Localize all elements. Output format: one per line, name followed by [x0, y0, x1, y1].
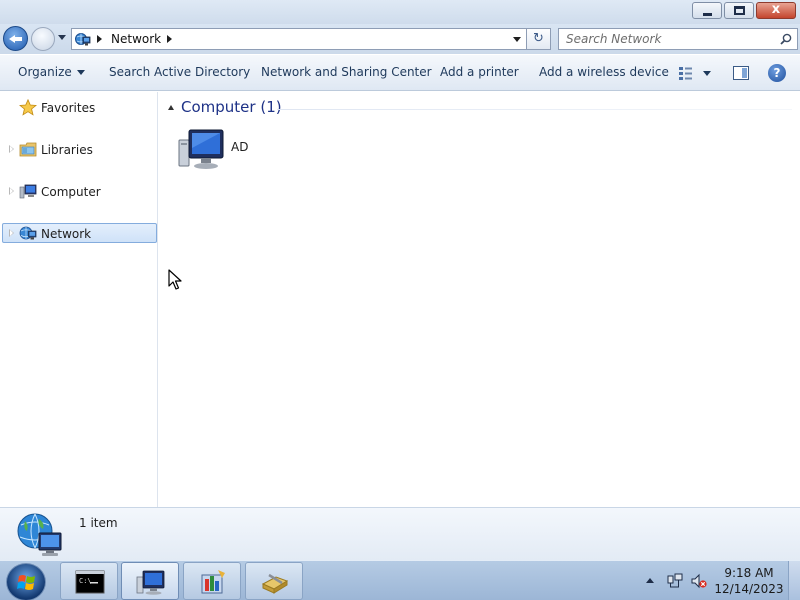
breadcrumb-separator-icon[interactable] — [97, 35, 102, 43]
details-pane: 1 item — [0, 507, 800, 560]
network-icon — [19, 226, 37, 240]
preview-pane-button[interactable] — [733, 66, 749, 80]
caption-buttons: x — [692, 2, 796, 19]
sidebar-item-label: Computer — [41, 185, 101, 199]
group-header-computer[interactable]: Computer (1) — [167, 98, 792, 118]
taskbar-button-tools[interactable] — [245, 562, 303, 600]
network-explorer-icon — [136, 570, 165, 595]
windows-logo-icon — [17, 575, 35, 590]
recent-pages-dropdown[interactable] — [58, 35, 66, 40]
network-sharing-center-button[interactable]: Network and Sharing Center — [261, 65, 432, 79]
add-printer-button[interactable]: Add a printer — [440, 65, 519, 79]
collapse-arrow-icon[interactable] — [168, 105, 174, 110]
search-icon[interactable] — [780, 33, 792, 45]
tools-icon — [261, 573, 289, 594]
add-wireless-device-button[interactable]: Add a wireless device — [539, 65, 669, 79]
show-hidden-icons-button[interactable] — [646, 578, 654, 583]
star-icon — [19, 99, 37, 116]
group-title: Computer (1) — [181, 98, 282, 116]
mouse-cursor-icon — [168, 269, 182, 290]
expand-arrow-icon[interactable] — [9, 229, 14, 237]
network-computer-item[interactable]: AD — [177, 126, 267, 172]
file-list-view[interactable]: Computer (1) AD — [159, 92, 800, 507]
computer-monitor-icon — [178, 129, 224, 169]
command-prompt-icon: C:\ — [75, 570, 105, 594]
change-view-button[interactable] — [677, 64, 717, 82]
restore-icon — [734, 6, 745, 15]
breadcrumb-network[interactable]: Network — [111, 32, 161, 46]
refresh-button[interactable]: ↻ — [527, 28, 551, 50]
help-button[interactable]: ? — [768, 64, 786, 82]
expand-arrow-icon[interactable] — [9, 187, 14, 195]
window-title-bar[interactable]: x — [0, 0, 800, 24]
volume-muted-icon[interactable] — [691, 573, 707, 589]
sidebar-item-network[interactable]: Network — [2, 223, 157, 243]
maximize-button[interactable] — [724, 2, 754, 19]
taskbar-button-network-explorer[interactable] — [121, 562, 179, 600]
clock-time: 9:18 AM — [724, 566, 774, 580]
forward-button[interactable] — [31, 27, 55, 51]
sidebar-item-label: Network — [41, 227, 92, 241]
search-box[interactable] — [558, 28, 798, 50]
start-button[interactable] — [6, 563, 46, 600]
libraries-icon — [19, 142, 37, 157]
sidebar-item-computer[interactable]: Computer — [2, 182, 157, 202]
organize-button[interactable]: Organize — [18, 65, 85, 79]
sidebar-item-libraries[interactable]: Libraries — [2, 140, 157, 160]
network-icon — [75, 33, 91, 46]
address-bar[interactable]: Network — [71, 28, 527, 50]
close-icon: x — [771, 2, 781, 17]
navigation-bar: Network ↻ — [0, 24, 800, 54]
view-options-icon — [679, 67, 711, 80]
taskbar-button-installer[interactable] — [183, 562, 241, 600]
chevron-down-icon — [76, 70, 85, 75]
network-status-icon[interactable] — [667, 573, 683, 589]
svg-text:C:\: C:\ — [79, 577, 92, 585]
sidebar-item-label: Favorites — [41, 101, 96, 115]
expand-arrow-icon[interactable] — [9, 145, 14, 153]
show-desktop-button[interactable] — [788, 561, 800, 600]
back-button[interactable] — [3, 26, 28, 51]
search-active-directory-button[interactable]: Search Active Directory — [109, 65, 250, 79]
computer-icon — [19, 184, 37, 199]
installer-icon — [201, 570, 225, 594]
close-button[interactable]: x — [756, 2, 796, 19]
clock-date: 12/14/2023 — [714, 582, 784, 596]
item-count-text: 1 item — [79, 516, 118, 530]
taskbar: C:\ 9:18 AM 12/14/2023 — [0, 560, 800, 600]
sidebar-item-label: Libraries — [41, 143, 93, 157]
address-history-dropdown-icon[interactable] — [513, 37, 521, 42]
minimize-icon — [703, 13, 712, 16]
navigation-pane: Favorites Libraries Computer Network — [0, 92, 158, 507]
system-clock[interactable]: 9:18 AM 12/14/2023 — [712, 565, 786, 597]
organize-label: Organize — [18, 65, 72, 79]
breadcrumb-expand-icon[interactable] — [167, 35, 172, 43]
minimize-button[interactable] — [692, 2, 722, 19]
item-name: AD — [231, 140, 249, 154]
network-globe-icon — [17, 513, 62, 556]
taskbar-button-command-prompt[interactable]: C:\ — [60, 562, 118, 600]
search-input[interactable] — [559, 29, 771, 49]
command-bar: Organize Search Active Directory Network… — [0, 54, 800, 91]
sidebar-item-favorites[interactable]: Favorites — [2, 98, 157, 118]
group-divider — [277, 109, 792, 110]
